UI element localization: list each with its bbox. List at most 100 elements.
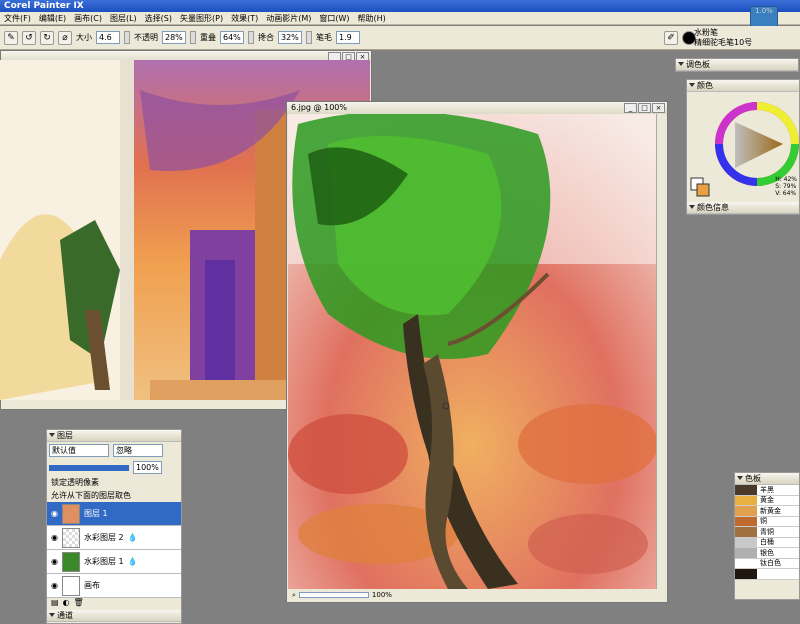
main-window-title: 6.jpg @ 100% <box>291 103 347 112</box>
zoom-level: 100% <box>371 591 392 599</box>
swatch-name: 铜 <box>760 517 767 526</box>
color-panel: 颜色 H: 42% S: 79% V: 64% 颜色信息 <box>686 79 800 215</box>
mixer-header[interactable]: 调色板 <box>676 59 798 71</box>
layers-panel: 图层 默认值 忽略 100% 锁定透明像素 允许从下面的图层取色 ◉ 图层 1 ◉… <box>46 429 182 624</box>
watercolor-drop-icon: 💧 <box>127 533 138 542</box>
pick-up-color-option[interactable]: 允许从下面的图层取色 <box>47 489 181 502</box>
swatch-item[interactable]: 白桶 <box>735 537 799 548</box>
eye-icon[interactable]: ◉ <box>51 533 58 542</box>
layer-opacity-field[interactable]: 100% <box>133 461 162 474</box>
opacity-field[interactable]: 28% <box>162 31 186 44</box>
layer-name: 图层 1 <box>83 509 108 518</box>
jitter-label: 笔毛 <box>316 33 332 42</box>
app-title: Corel Painter IX <box>4 1 84 11</box>
new-layer-icon[interactable]: ▤ <box>51 598 59 610</box>
eye-icon[interactable]: ◉ <box>51 581 58 590</box>
channels-header[interactable]: 通道 <box>47 610 181 622</box>
brush-category-icon[interactable]: ✐ <box>664 30 678 45</box>
menu-effects[interactable]: 效果(T) <box>227 12 262 25</box>
layer-name: 水彩图层 1 <box>83 557 124 566</box>
swatch-color <box>735 569 757 579</box>
method-select[interactable]: 忽略 <box>113 444 163 457</box>
eye-icon[interactable]: ◉ <box>51 557 58 566</box>
stroke-type-icon[interactable]: ↺ <box>22 30 36 45</box>
zoom-slider[interactable] <box>298 592 369 598</box>
size-field[interactable]: 4.6 <box>96 31 120 44</box>
main-status-bar: ⌕ 100% <box>288 590 656 600</box>
swatch-item[interactable]: 铜 <box>735 516 799 527</box>
swatches-panel: 色板 羊黑 黄金 新黄金铜青铜 白桶 银色 钛白色 <box>734 472 800 600</box>
resat-spin[interactable] <box>248 31 254 44</box>
brush-selector[interactable]: 水粉笔 精细驼毛笔10号 <box>694 28 752 48</box>
swatch-item[interactable]: 银色 <box>735 548 799 559</box>
layer-row[interactable]: ◉ 画布 <box>47 574 181 598</box>
brush-sample-text: 1.0% <box>755 7 773 15</box>
watercolor-drop-icon: 💧 <box>127 557 138 566</box>
layer-name: 画布 <box>83 581 100 590</box>
swatch-item[interactable]: 新黄金 <box>735 506 799 517</box>
swatch-item[interactable]: 黄金 <box>735 495 799 506</box>
swatch-color <box>735 516 757 526</box>
stroke-type2-icon[interactable]: ↻ <box>40 30 54 45</box>
swatch-item[interactable]: 羊黑 <box>735 485 799 496</box>
lock-transparency-option[interactable]: 锁定透明像素 <box>47 476 181 489</box>
swatch-name: 钛白色 <box>760 559 781 568</box>
menu-file[interactable]: 文件(F) <box>0 12 35 25</box>
swatches-header[interactable]: 色板 <box>735 473 799 485</box>
swatch-name: 白桶 <box>760 538 774 547</box>
layer-thumbnail <box>61 503 80 524</box>
menu-shapes[interactable]: 矢量图形(P) <box>176 12 227 25</box>
bleed-label: 搀合 <box>258 33 274 42</box>
swatch-name: 羊黑 <box>760 485 774 494</box>
sat-value: S: 79% <box>775 183 797 190</box>
menu-movie[interactable]: 动画影片(M) <box>262 12 315 25</box>
swatch-color <box>735 506 757 516</box>
resat-field[interactable]: 64% <box>220 31 244 44</box>
main-vertical-scrollbar[interactable] <box>656 114 666 589</box>
brush-variant: 精细驼毛笔10号 <box>694 38 753 47</box>
menu-select[interactable]: 选择(S) <box>141 12 176 25</box>
color-info-header[interactable]: 颜色信息 <box>687 202 799 214</box>
composite-select[interactable]: 默认值 <box>49 444 109 457</box>
opacity-label: 不透明 <box>134 33 158 42</box>
swatch-color <box>735 537 757 547</box>
main-canvas[interactable] <box>288 114 656 589</box>
bleed-spin[interactable] <box>306 31 312 44</box>
brush-icon[interactable]: ✎ <box>4 30 18 45</box>
menu-help[interactable]: 帮助(H) <box>354 12 390 25</box>
mixer-panel: 调色板 <box>675 58 799 72</box>
menu-edit[interactable]: 编辑(E) <box>35 12 70 25</box>
layer-row[interactable]: ◉ 水彩图层 1 💧 <box>47 550 181 574</box>
menu-canvas[interactable]: 画布(C) <box>70 12 106 25</box>
swatch-item[interactable] <box>735 569 799 580</box>
layers-header[interactable]: 图层 <box>47 430 181 442</box>
swatch-item[interactable]: 青铜 <box>735 527 799 538</box>
swatch-color <box>735 527 757 537</box>
dab-icon[interactable]: ⌀ <box>58 30 72 45</box>
jitter-field[interactable]: 1.9 <box>336 31 360 44</box>
layer-tools: ▤ ◐ 🗑 <box>47 598 181 610</box>
eye-icon[interactable]: ◉ <box>51 509 58 518</box>
layer-row[interactable]: ◉ 水彩图层 2 💧 <box>47 526 181 550</box>
zoom-out-icon[interactable]: ⌕ <box>292 591 296 600</box>
bleed-field[interactable]: 32% <box>278 31 302 44</box>
delete-layer-icon[interactable]: 🗑 <box>74 598 84 610</box>
swatch-color <box>735 485 757 495</box>
swatch-list: 羊黑 黄金 新黄金铜青铜 白桶 银色 钛白色 <box>735 485 799 580</box>
hue-value: H: 42% <box>775 176 797 183</box>
opacity-spin[interactable] <box>190 31 196 44</box>
layer-opacity-slider[interactable] <box>49 464 129 471</box>
main-close-button[interactable]: × <box>652 103 665 113</box>
secondary-color-chip[interactable] <box>696 183 710 197</box>
menu-window[interactable]: 窗口(W) <box>315 12 353 25</box>
swatch-item[interactable]: 钛白色 <box>735 558 799 569</box>
main-minimize-button[interactable]: _ <box>624 103 637 113</box>
main-maximize-button[interactable]: □ <box>638 103 651 113</box>
size-spin[interactable] <box>124 31 130 44</box>
menu-layers[interactable]: 图层(L) <box>106 12 141 25</box>
color-header[interactable]: 颜色 <box>687 80 799 92</box>
layer-row[interactable]: ◉ 图层 1 <box>47 502 181 526</box>
swatch-name: 新黄金 <box>760 506 781 515</box>
layer-mask-icon[interactable]: ◐ <box>63 598 70 610</box>
val-value: V: 64% <box>775 190 797 197</box>
